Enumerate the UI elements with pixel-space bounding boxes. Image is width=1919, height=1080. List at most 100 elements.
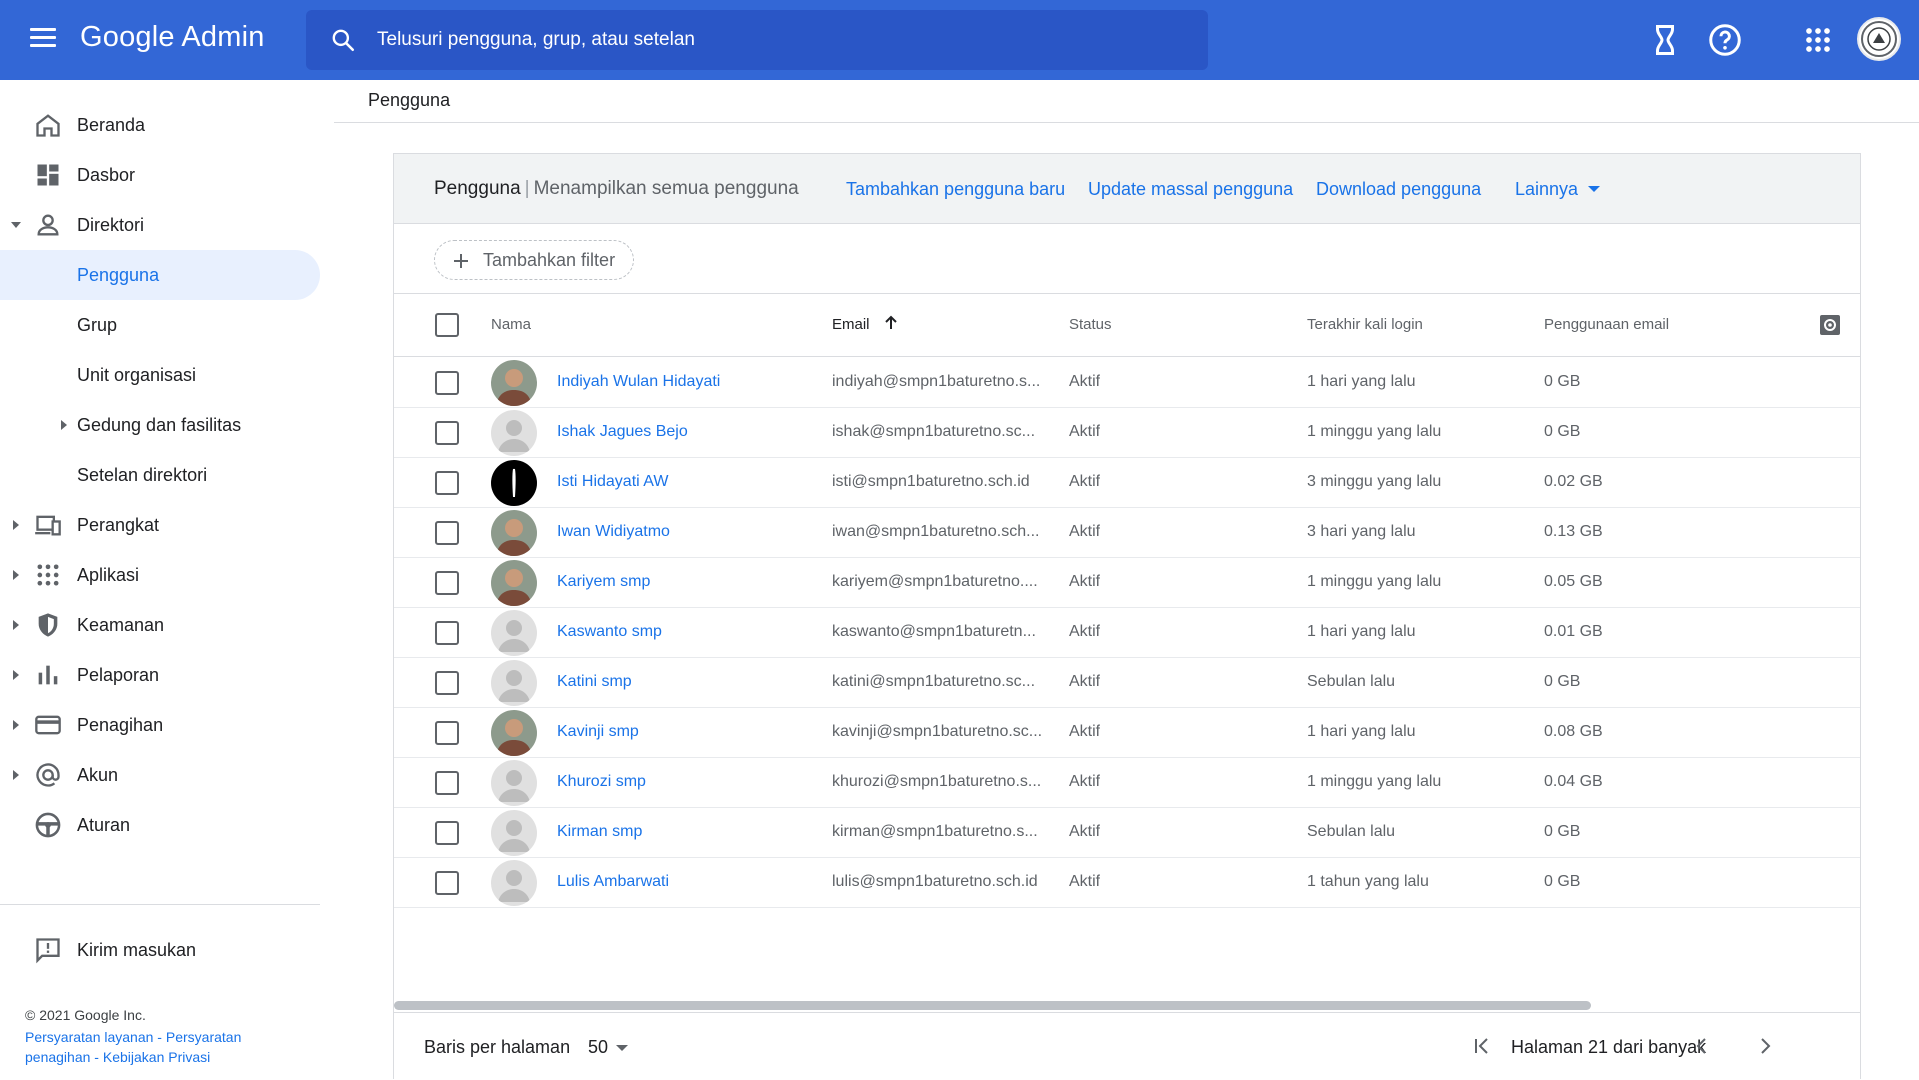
user-avatar [491,560,537,606]
sidebar-item-perangkat[interactable]: Perangkat [0,500,320,550]
sidebar-item-aturan[interactable]: Aturan [0,800,320,850]
sidebar-item-pelaporan[interactable]: Pelaporan [0,650,320,700]
sidebar-item-dasbor[interactable]: Dasbor [0,150,320,200]
row-checkbox[interactable] [435,771,459,795]
user-email-usage: 0 GB [1544,823,1581,840]
horizontal-scrollbar[interactable] [394,999,1860,1011]
table-row[interactable]: Khurozi smp khurozi@smpn1baturetno.s... Ak… [394,758,1860,808]
sidebar-item-pengguna[interactable]: Pengguna [0,250,320,300]
link-terms[interactable]: Persyaratan layanan [25,1029,153,1045]
table-row[interactable]: Isti Hidayati AW isti@smpn1baturetno.sch.… [394,458,1860,508]
sidebar-item-setelan-direktori[interactable]: Setelan direktori [0,450,320,500]
first-page-icon[interactable] [1471,1035,1493,1057]
caret-right-icon[interactable] [10,569,22,581]
column-settings-icon[interactable] [1819,314,1841,336]
menu-icon[interactable] [30,28,56,50]
download-users-button[interactable]: Download pengguna [1316,179,1481,200]
help-icon[interactable] [1707,22,1743,58]
apps-grid-icon[interactable] [1800,22,1836,58]
sidebar-item-beranda[interactable]: Beranda [0,100,320,150]
caret-right-icon[interactable] [10,719,22,731]
previous-page-icon[interactable] [1691,1035,1713,1057]
user-name-link[interactable]: Iwan Widiyatmo [557,523,670,541]
caret-right-icon[interactable] [10,769,22,781]
row-checkbox[interactable] [435,621,459,645]
user-name-link[interactable]: Katini smp [557,673,632,691]
user-name-link[interactable]: Isti Hidayati AW [557,473,668,491]
sidebar-item-direktori[interactable]: Direktori [0,200,320,250]
caret-right-icon[interactable] [10,619,22,631]
table-row[interactable]: Kaswanto smp kaswanto@smpn1baturetn... Akt… [394,608,1860,658]
user-name-link[interactable]: Kirman smp [557,823,642,841]
table-row[interactable]: Kirman smp kirman@smpn1baturetno.s... Akti… [394,808,1860,858]
sidebar-item-grup[interactable]: Grup [0,300,320,350]
user-avatar [491,710,537,756]
user-name-link[interactable]: Indiyah Wulan Hidayati [557,373,720,391]
sidebar-divider [0,904,320,905]
row-checkbox[interactable] [435,421,459,445]
user-email: iwan@smpn1baturetno.sch... [832,523,1040,540]
user-avatar [491,410,537,456]
link-privacy[interactable]: Kebijakan Privasi [103,1049,210,1065]
scrollbar-thumb[interactable] [394,1001,1591,1010]
add-user-button[interactable]: Tambahkan pengguna baru [846,179,1065,200]
column-header-name[interactable]: Nama [491,316,531,333]
user-status: Aktif [1069,773,1101,790]
next-page-icon[interactable] [1754,1035,1776,1057]
table-row[interactable]: Iwan Widiyatmo iwan@smpn1baturetno.sch...… [394,508,1860,558]
hourglass-icon[interactable] [1647,22,1683,58]
search-bar[interactable]: Telusuri pengguna, grup, atau setelan [306,10,1208,70]
table-row[interactable]: Katini smp katini@smpn1baturetno.sc... Akt… [394,658,1860,708]
sidebar-item-akun[interactable]: Akun [0,750,320,800]
row-checkbox[interactable] [435,671,459,695]
column-header-email-usage[interactable]: Penggunaan email [1544,316,1669,333]
table-row[interactable]: Lulis Ambarwati lulis@smpn1baturetno.sch.… [394,858,1860,908]
user-name-link[interactable]: Lulis Ambarwati [557,873,669,891]
rows-per-page-select[interactable]: 50 [588,1037,608,1058]
sidebar-item-penagihan[interactable]: Penagihan [0,700,320,750]
app-logo[interactable]: Google Admin [80,21,265,54]
user-name-link[interactable]: Khurozi smp [557,773,646,791]
user-name-link[interactable]: Kariyem smp [557,573,650,591]
more-dropdown-icon[interactable] [1588,186,1600,192]
caret-right-icon[interactable] [10,669,22,681]
table-row[interactable]: Kariyem smp kariyem@smpn1baturetno.... Akt… [394,558,1860,608]
row-checkbox[interactable] [435,721,459,745]
account-avatar[interactable] [1857,17,1901,61]
row-checkbox[interactable] [435,871,459,895]
column-header-status[interactable]: Status [1069,316,1112,333]
row-checkbox[interactable] [435,571,459,595]
more-button[interactable]: Lainnya [1515,179,1578,200]
user-name-link[interactable]: Ishak Jagues Bejo [557,423,688,441]
table-row[interactable]: Kavinji smp kavinji@smpn1baturetno.sc... A… [394,708,1860,758]
column-header-last-login[interactable]: Terakhir kali login [1307,316,1423,333]
sort-ascending-icon[interactable] [882,314,900,332]
user-status: Aktif [1069,523,1101,540]
row-checkbox[interactable] [435,471,459,495]
sidebar-item-gedung[interactable]: Gedung dan fasilitas [0,400,320,450]
bulk-update-button[interactable]: Update massal pengguna [1088,179,1293,200]
caret-down-icon[interactable] [10,219,22,231]
table-row[interactable]: Indiyah Wulan Hidayati indiyah@smpn1batur… [394,358,1860,408]
sidebar-item-label: Setelan direktori [77,464,208,485]
select-all-checkbox[interactable] [435,313,459,337]
column-header-email[interactable]: Email [832,316,870,333]
user-name-link[interactable]: Kavinji smp [557,723,639,741]
sidebar-item-aplikasi[interactable]: Aplikasi [0,550,320,600]
row-checkbox[interactable] [435,821,459,845]
user-status: Aktif [1069,623,1101,640]
user-name-link[interactable]: Kaswanto smp [557,623,662,641]
row-checkbox[interactable] [435,371,459,395]
caret-right-icon[interactable] [58,419,70,431]
row-checkbox[interactable] [435,521,459,545]
sidebar-item-label: Perangkat [77,514,160,535]
search-placeholder: Telusuri pengguna, grup, atau setelan [377,29,695,50]
caret-right-icon[interactable] [10,519,22,531]
feedback-button[interactable]: Kirim masukan [0,925,320,975]
table-row[interactable]: Ishak Jagues Bejo ishak@smpn1baturetno.sc… [394,408,1860,458]
add-filter-button[interactable]: Tambahkan filter [434,240,634,280]
rows-per-page-dropdown-icon[interactable] [616,1045,628,1051]
sidebar-item-label: Keamanan [77,614,165,635]
sidebar-item-keamanan[interactable]: Keamanan [0,600,320,650]
sidebar-item-unit-organisasi[interactable]: Unit organisasi [0,350,320,400]
